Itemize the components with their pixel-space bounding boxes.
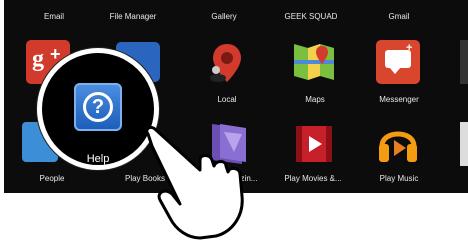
app-label-messenger[interactable]: Messenger (354, 95, 444, 105)
play-movies-icon[interactable] (292, 122, 336, 166)
question-mark-icon: ? (83, 92, 113, 122)
app-label-play-music[interactable]: Play Music (354, 174, 444, 184)
play-music-icon[interactable] (376, 120, 420, 166)
app-label-people[interactable]: People (7, 174, 97, 184)
app-label-email[interactable]: Email (9, 12, 99, 22)
app-label-maps[interactable]: Maps (270, 95, 360, 105)
app-label-gallery[interactable]: Gallery (179, 12, 269, 22)
maps-icon[interactable] (292, 40, 336, 84)
messenger-icon[interactable]: + (376, 40, 420, 84)
local-pin-icon[interactable] (204, 40, 250, 86)
app-label-geek-squad[interactable]: GEEK SQUAD (266, 12, 356, 22)
app-label-gmail[interactable]: Gmail (354, 12, 444, 22)
app-icon-edge-top[interactable] (460, 40, 468, 84)
app-label-local[interactable]: Local (182, 95, 272, 105)
help-icon[interactable]: ? (74, 83, 122, 131)
app-label-file-manager[interactable]: File Manager (88, 12, 178, 22)
pointing-hand-icon (145, 126, 244, 240)
app-icon-edge-bottom[interactable] (460, 122, 468, 166)
app-label-play-movies[interactable]: Play Movies &... (268, 174, 358, 184)
help-label[interactable]: Help (42, 153, 154, 165)
screen-stage: Email File Manager Gallery GEEK SQUAD Gm… (0, 0, 468, 246)
